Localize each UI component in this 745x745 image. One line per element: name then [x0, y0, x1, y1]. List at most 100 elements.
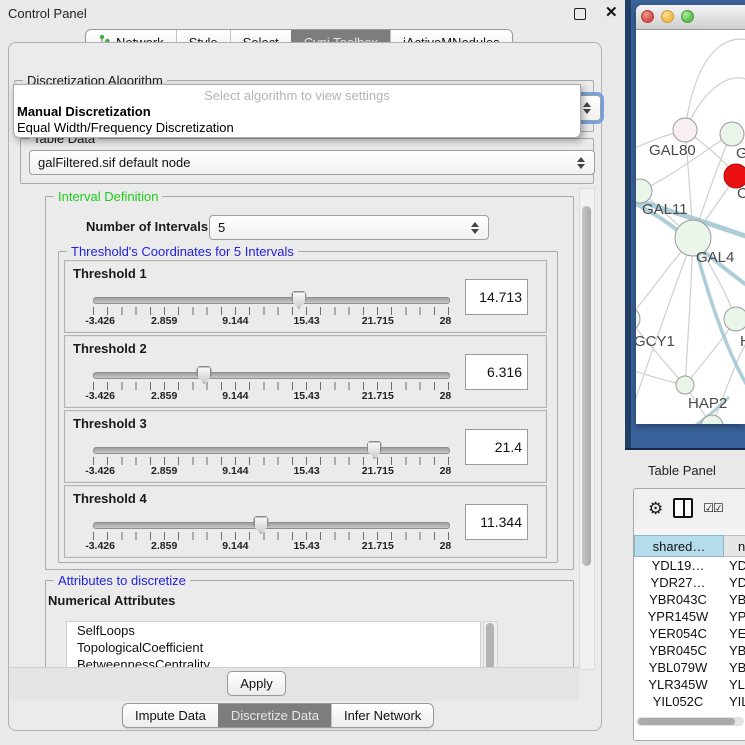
node-label-gal80: GAL80 — [649, 142, 696, 159]
table-panel-title: Table Panel — [648, 463, 716, 478]
mac-close-icon[interactable] — [641, 10, 654, 23]
node-gal80[interactable] — [673, 118, 697, 142]
node-bottom-partial[interactable] — [701, 415, 723, 424]
thresholds-group-title: Threshold's Coordinates for 5 Intervals — [67, 244, 298, 259]
mac-minimize-icon[interactable] — [661, 10, 674, 23]
slider-tick-labels: -3.4262.8599.14415.4321.71528 — [93, 540, 449, 553]
threshold-1-value-field[interactable]: 14.713 — [465, 279, 528, 315]
threshold-2-value-field[interactable]: 6.316 — [465, 354, 528, 390]
dropdown-option-manual-discretization[interactable]: Manual Discretization — [17, 104, 151, 119]
node-hap2[interactable] — [676, 376, 694, 394]
tab-discretize-data[interactable]: Discretize Data — [218, 704, 331, 727]
threshold-4-label: Threshold 4 — [73, 491, 147, 506]
cell-name[interactable]: YER0 — [722, 625, 745, 642]
thresholds-group: Threshold's Coordinates for 5 Intervals … — [58, 251, 558, 563]
cell-shared-name[interactable]: YER054C — [634, 625, 722, 642]
combo-stepper-icon — [466, 222, 488, 234]
node-gcy1[interactable] — [636, 307, 640, 331]
table-horizontal-scrollbar[interactable] — [636, 717, 744, 726]
cell-name[interactable]: YDL1 — [722, 557, 745, 574]
table-row[interactable]: YDR27…YDR2 — [634, 574, 745, 591]
table-row[interactable]: YBR043CYBR0 — [634, 591, 745, 608]
threshold-4-value-field[interactable]: 11.344 — [465, 504, 528, 540]
settings-scrollbar[interactable] — [579, 188, 595, 670]
threshold-4-slider[interactable] — [93, 522, 450, 529]
cell-name[interactable]: YBR0 — [722, 642, 745, 659]
table-row[interactable]: YLR345WYLR3 — [634, 676, 745, 693]
node-label-gal11: GAL11 — [642, 201, 688, 218]
slider-ticks — [93, 532, 449, 540]
column-header-name[interactable]: na — [724, 535, 745, 557]
number-of-intervals-combo[interactable]: 5 — [209, 215, 489, 240]
cell-shared-name[interactable]: YBL079W — [634, 659, 722, 676]
combo-stepper-icon — [572, 157, 594, 169]
node-label-gal4: GAL4 — [696, 249, 734, 266]
attribute-list-item[interactable]: SelfLoops — [67, 622, 480, 639]
column-header-shared-name[interactable]: shared… — [634, 535, 724, 557]
gear-icon[interactable]: ⚙ — [648, 500, 663, 517]
table-panel-window: Table Panel ⚙ ☑☑ shared… na YDL19…YDL1YD… — [625, 448, 745, 745]
attributes-group-title: Attributes to discretize — [54, 573, 190, 588]
table-row[interactable]: YER054CYER0 — [634, 625, 745, 642]
table-row[interactable]: YBL079WYBL0 — [634, 659, 745, 676]
network-view-window: GAL80 GA C GAL11 GAL4 GCY1 H HAP2 — [636, 5, 745, 424]
node-label-ga-partial: GA — [736, 145, 745, 162]
table-panel-toolbar: ⚙ ☑☑ — [634, 489, 745, 527]
cell-shared-name[interactable]: YBR045C — [634, 642, 722, 659]
cell-name[interactable]: YBL0 — [722, 659, 745, 676]
interval-definition-group: Interval Definition Number of Intervals … — [45, 196, 574, 570]
threshold-2-slider[interactable] — [93, 372, 450, 379]
apply-button[interactable]: Apply — [227, 671, 286, 696]
cell-shared-name[interactable]: YLR345W — [634, 676, 722, 693]
cell-shared-name[interactable]: YPR145W — [634, 608, 722, 625]
table-row[interactable]: YBR045CYBR0 — [634, 642, 745, 659]
numerical-attributes-label: Numerical Attributes — [48, 593, 175, 608]
cell-shared-name[interactable]: YIL052C — [634, 693, 722, 710]
cell-name[interactable]: YPR1 — [722, 608, 745, 625]
attribute-list-item[interactable]: TopologicalCoefficient — [67, 639, 480, 656]
bottom-tab-strip: Impute Data Discretize Data Infer Networ… — [122, 703, 434, 728]
cell-shared-name[interactable]: YBR043C — [634, 591, 722, 608]
node-label-h-partial: H — [740, 333, 745, 350]
threshold-2-panel: Threshold 2 -3.4262.8599.14415.4321.7152… — [64, 335, 547, 408]
cell-name[interactable]: YDR2 — [722, 574, 745, 591]
app-root: Control Panel ✕ Network Style Select Cyn… — [0, 0, 745, 745]
threshold-3-panel: Threshold 3 -3.4262.8599.14415.4321.7152… — [64, 410, 547, 483]
slider-ticks — [93, 457, 449, 465]
node-label-hap2: HAP2 — [688, 395, 727, 412]
cell-name[interactable]: YIL0 — [722, 693, 745, 710]
table-data-combo[interactable]: galFiltered.sif default node — [29, 150, 595, 175]
table-row[interactable]: YDL19…YDL1 — [634, 557, 745, 574]
interval-definition-group-title: Interval Definition — [54, 189, 162, 204]
node-right-h[interactable] — [724, 307, 745, 331]
node-top-right[interactable] — [720, 122, 744, 146]
slider-tick-labels: -3.4262.8599.14415.4321.71528 — [93, 465, 449, 478]
network-window-titlebar[interactable] — [636, 5, 745, 30]
table-row[interactable]: YPR145WYPR1 — [634, 608, 745, 625]
threshold-1-label: Threshold 1 — [73, 266, 147, 281]
slider-tick-labels: -3.4262.8599.14415.4321.71528 — [93, 315, 449, 328]
split-columns-icon[interactable] — [673, 498, 693, 518]
algorithm-dropdown-popup: Select algorithm to view settings Manual… — [13, 84, 581, 138]
network-canvas[interactable]: GAL80 GA C GAL11 GAL4 GCY1 H HAP2 — [636, 30, 745, 424]
cell-shared-name[interactable]: YDL19… — [634, 557, 722, 574]
threshold-3-value-field[interactable]: 21.4 — [465, 429, 528, 465]
float-window-icon[interactable] — [574, 8, 586, 20]
select-columns-icon[interactable]: ☑☑ — [703, 501, 723, 515]
tab-infer-network[interactable]: Infer Network — [331, 704, 433, 727]
tab-impute-data[interactable]: Impute Data — [123, 704, 218, 727]
slider-tick-labels: -3.4262.8599.14415.4321.71528 — [93, 390, 449, 403]
table-row[interactable]: YIL052CYIL0 — [634, 693, 745, 710]
dropdown-option-equal-width-frequency[interactable]: Equal Width/Frequency Discretization — [17, 120, 234, 135]
cell-name[interactable]: YBR0 — [722, 591, 745, 608]
threshold-3-label: Threshold 3 — [73, 416, 147, 431]
threshold-1-slider[interactable] — [93, 297, 450, 304]
number-of-intervals-label: Number of Intervals — [86, 219, 208, 234]
threshold-3-slider[interactable] — [93, 447, 450, 454]
table-panel-body: ⚙ ☑☑ shared… na YDL19…YDL1YDR27…YDR2YBR0… — [633, 488, 745, 741]
mac-zoom-icon[interactable] — [681, 10, 694, 23]
table-body: YDL19…YDL1YDR27…YDR2YBR043CYBR0YPR145WYP… — [634, 557, 745, 710]
cell-shared-name[interactable]: YDR27… — [634, 574, 722, 591]
cell-name[interactable]: YLR3 — [722, 676, 745, 693]
close-icon[interactable]: ✕ — [605, 3, 618, 21]
